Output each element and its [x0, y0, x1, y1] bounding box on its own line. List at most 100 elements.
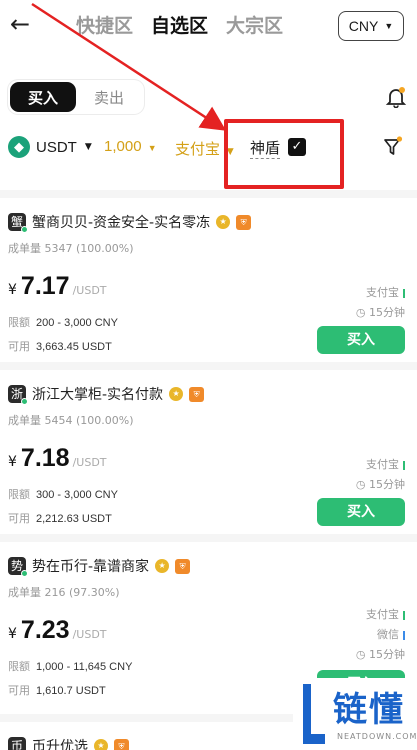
price-row: ¥ 7.17 /USDT — [8, 272, 107, 301]
avatar: 浙 — [8, 385, 28, 405]
buy-tab[interactable]: 买入 — [10, 82, 76, 112]
list-item: 蟹 蟹商贝贝-资金安全-实名零冻 ★ ⛨ 成单量 5347 (100.00%) … — [0, 190, 417, 362]
back-arrow-icon[interactable]: ← — [10, 12, 34, 36]
online-dot-icon — [21, 226, 28, 233]
payment-method: 支付宝 — [366, 606, 405, 622]
payment-label: 支付宝 — [175, 140, 221, 158]
order-stats: 成单量 5347 (100.00%) — [8, 240, 134, 256]
merchant-row[interactable]: 蟹 蟹商贝贝-资金安全-实名零冻 ★ ⛨ — [8, 212, 252, 233]
price-row: ¥ 7.23 /USDT — [8, 616, 107, 645]
verified-badge-icon: ★ — [94, 739, 108, 750]
watermark-subtext: NEATDOWN.COM — [337, 732, 417, 741]
avatar: 币 — [8, 737, 26, 750]
alipay-marker-icon — [403, 460, 405, 470]
online-dot-icon — [21, 570, 28, 577]
clock-icon: ◷ — [355, 648, 366, 661]
caret-down-icon: ▼ — [384, 21, 394, 31]
time-label: 15分钟 — [369, 478, 405, 491]
stats-label: 成单量 — [8, 414, 41, 427]
available-value: 2,212.63 USDT — [36, 513, 112, 525]
amount-select[interactable]: 1,000 ▼ — [104, 138, 157, 155]
avatar: 势 — [8, 557, 28, 577]
available-row: 可用 3,663.45 USDT — [8, 338, 112, 354]
coin-select[interactable]: ◆ USDT ▼ — [8, 136, 92, 158]
available-row: 可用 1,610.7 USDT — [8, 682, 106, 698]
limit-value: 200 - 3,000 CNY — [36, 317, 118, 329]
price-unit: /USDT — [72, 284, 107, 297]
currency-symbol: ¥ — [8, 626, 17, 642]
sell-tab[interactable]: 卖出 — [76, 82, 142, 112]
alipay-marker-icon — [403, 610, 405, 620]
available-row: 可用 2,212.63 USDT — [8, 510, 112, 526]
sell-tab-prefix: 卖 — [93, 88, 109, 107]
currency-symbol: ¥ — [8, 454, 17, 470]
buy-button[interactable]: 买入 — [317, 498, 405, 526]
sell-tab-suffix: 出 — [109, 88, 125, 107]
merchant-row[interactable]: 浙 浙江大掌柜-实名付款 ★ ⛨ — [8, 384, 205, 405]
shield-badge-icon: ⛨ — [175, 558, 191, 574]
coin-label: USDT — [36, 138, 77, 156]
stats-value: 5454 (100.00%) — [44, 414, 134, 427]
order-stats: 成单量 5454 (100.00%) — [8, 412, 134, 428]
available-label: 可用 — [8, 512, 30, 525]
payment-method-label: 支付宝 — [366, 286, 399, 299]
buy-button[interactable]: 买入 — [317, 326, 405, 354]
shield-badge-icon: ⛨ — [189, 386, 205, 402]
currency-select[interactable]: CNY ▼ — [338, 11, 404, 41]
tether-icon: ◆ — [8, 136, 30, 158]
price-value: 7.23 — [20, 616, 70, 644]
merchant-name: 浙江大掌柜-实名付款 — [32, 387, 164, 403]
tab-quick[interactable]: 快捷区 — [76, 14, 133, 38]
limit-value: 1,000 - 11,645 CNY — [36, 661, 133, 673]
price-unit: /USDT — [72, 456, 107, 469]
caret-down-icon: ▼ — [84, 142, 92, 152]
available-label: 可用 — [8, 684, 30, 697]
payment-method-label: 支付宝 — [366, 608, 399, 621]
merchant-name: 势在币行-靠谱商家 — [32, 559, 150, 575]
merchant-row[interactable]: 势 势在币行-靠谱商家 ★ ⛨ — [8, 556, 191, 577]
stats-label: 成单量 — [8, 586, 41, 599]
available-value: 1,610.7 USDT — [36, 685, 106, 697]
amount-label: 1,000 — [104, 138, 142, 155]
filter-funnel-icon[interactable] — [383, 136, 403, 158]
alipay-marker-icon — [403, 288, 405, 298]
price-value: 7.17 — [20, 272, 70, 300]
clock-icon: ◷ — [355, 306, 366, 319]
available-label: 可用 — [8, 340, 30, 353]
payment-method: 微信 — [377, 626, 405, 642]
stats-label: 成单量 — [8, 242, 41, 255]
time-label: 15分钟 — [369, 648, 405, 661]
limit-label: 限额 — [8, 488, 30, 501]
buy-sell-toggle: 买入 卖出 — [8, 80, 144, 114]
filter-bar: ◆ USDT ▼ 1,000 ▼ 支付宝 ▼ 神盾 ✓ — [0, 130, 417, 166]
payment-time: ◷ 15分钟 — [356, 304, 405, 320]
zone-tabs: 快捷区 自选区 大宗区 — [76, 14, 283, 38]
watermark-l-icon — [303, 684, 325, 744]
site-watermark-logo: 链懂 NEATDOWN.COM — [293, 678, 417, 750]
stats-value: 5347 (100.00%) — [44, 242, 134, 255]
notification-bell-icon[interactable] — [385, 86, 407, 108]
avatar: 蟹 — [8, 213, 28, 233]
verified-badge-icon: ★ — [169, 387, 184, 401]
merchant-name: 蟹商贝贝-资金安全-实名零冻 — [32, 215, 211, 231]
shield-badge-icon: ⛨ — [114, 738, 129, 750]
list-item: 浙 浙江大掌柜-实名付款 ★ ⛨ 成单量 5454 (100.00%) ¥ 7.… — [0, 362, 417, 534]
limit-value: 300 - 3,000 CNY — [36, 489, 118, 501]
limit-row: 限额 300 - 3,000 CNY — [8, 486, 118, 502]
verified-badge-icon: ★ — [155, 559, 170, 573]
available-value: 3,663.45 USDT — [36, 341, 112, 353]
order-stats: 成单量 216 (97.30%) — [8, 584, 120, 600]
limit-row: 限额 1,000 - 11,645 CNY — [8, 658, 132, 674]
currency-label: CNY — [348, 18, 379, 34]
watermark-text: 链懂 — [333, 690, 405, 730]
avatar-letter: 币 — [10, 739, 23, 750]
tab-bulk[interactable]: 大宗区 — [226, 14, 283, 38]
price-row: ¥ 7.18 /USDT — [8, 444, 107, 473]
wechat-marker-icon — [403, 630, 405, 640]
payment-time: ◷ 15分钟 — [356, 476, 405, 492]
merchant-row[interactable]: 币 币升优选 ★ ⛨ — [8, 736, 129, 750]
online-dot-icon — [21, 398, 28, 405]
time-label: 15分钟 — [369, 306, 405, 319]
tab-selected[interactable]: 自选区 — [151, 14, 208, 38]
caret-down-icon: ▼ — [147, 143, 157, 153]
